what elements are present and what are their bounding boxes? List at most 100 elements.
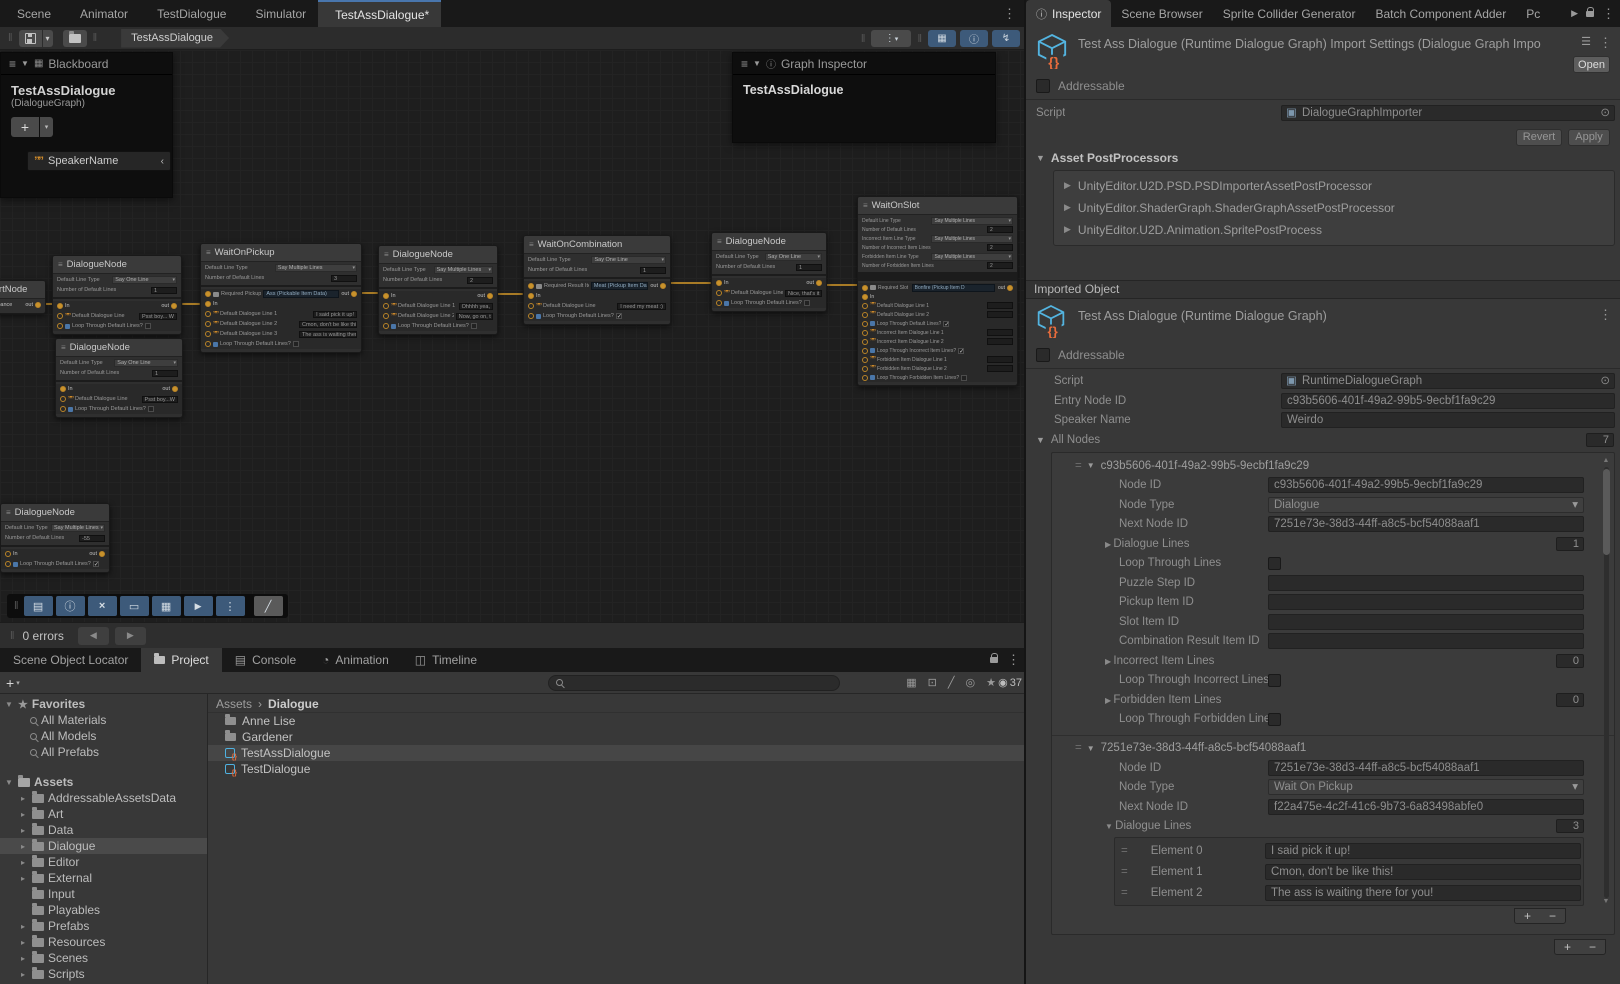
editor-tab[interactable]: Simulator [238,0,318,27]
inspector-tab[interactable]: Scene Browser [1111,0,1212,27]
folder-tree-item[interactable]: ▸ Playables [0,902,207,918]
port-value[interactable]: 2 [987,226,1013,233]
foldout-arrow-icon[interactable]: ▸ [18,826,28,835]
foldout-arrow-icon[interactable]: ▸ [18,842,28,851]
window-menu-icon[interactable]: ⋮ [1003,6,1016,22]
port-value[interactable]: I said pick it up! [313,311,357,318]
node-row[interactable]: In out [56,384,182,394]
add-property-button[interactable]: + [11,117,39,137]
toolbar-handle[interactable]: ‖ [14,600,19,612]
port-value[interactable]: Say One Line [112,276,177,284]
node-row[interactable]: Forbidden Item Line Type Say Multiple Li… [858,252,1017,261]
toggle-minimap-button[interactable]: ▦ [928,30,956,47]
foldout-arrow-icon[interactable]: ▸ [18,810,28,819]
inspector-menu-icon[interactable]: ⋮ [1602,6,1615,22]
node-row[interactable]: In out [53,301,181,311]
node-row[interactable]: Loop Through Default Lines? [53,321,181,331]
node-row[interactable]: Loop Through Default Lines? [379,321,497,331]
drag-handle-icon[interactable]: = [1075,460,1081,472]
foldout-arrow-icon[interactable]: ▸ [18,922,28,931]
port-value[interactable]: Say One Line [114,359,178,367]
port-value[interactable]: Say Multiple Lines [51,524,105,532]
node-row[interactable]: Default Dialogue Line 3 The ass is waiti… [201,329,361,339]
out-port[interactable]: out [998,285,1013,291]
asset-list-item[interactable]: TestAssDialogue [208,745,1024,761]
property-value[interactable]: 7251e73e-38d3-44ff-a8c5-bcf54088aaf1 [1268,516,1584,532]
editor-tab[interactable]: Scene [0,0,63,27]
node-row[interactable]: Default Line Type Say One Line [712,252,826,262]
port-value[interactable]: Say Multiple Lines [931,217,1013,225]
context-menu-icon[interactable]: ⋮ [1599,35,1612,51]
node-row[interactable]: Loop Through Default Lines? [1,559,109,569]
drag-handle-icon[interactable] [1121,866,1127,878]
graph-node-dialogue-3[interactable]: ≡DialogueNode Default Line Type Say Mult… [378,245,498,335]
graph-breadcrumb[interactable]: TestAssDialogue [121,29,229,48]
node-row[interactable]: Incorrect Item Dialogue Line 2 [858,337,1017,346]
graph-view-button[interactable] [216,596,245,616]
blackboard-property-speakername[interactable]: ”” SpeakerName ‹ [27,151,171,171]
postprocessor-item[interactable]: ▶ UnityEditor.ShaderGraph.ShaderGraphAss… [1054,197,1614,219]
toolbar-handle[interactable]: ‖ [8,32,13,44]
node-row[interactable]: Incorrect Item Dialogue Line 1 [858,328,1017,337]
panel-drag-icon[interactable]: ≡ [9,57,16,71]
property-value[interactable]: The ass is waiting there for you! [1265,885,1581,901]
folder-tree-item[interactable]: ▸ Scripts [0,966,207,982]
graph-node-dialogue-2[interactable]: ≡DialogueNode Default Line Type Say One … [55,338,183,418]
graph-node-dialogue-5[interactable]: ≡DialogueNode Default Line Type Say Mult… [0,503,110,573]
out-port[interactable]: out [341,291,357,297]
panel-drag-icon[interactable]: ≡ [741,57,748,71]
context-menu-icon[interactable]: ⋮ [1599,307,1612,323]
port-value[interactable]: I need my meat :) [617,303,666,310]
folder-tree-item[interactable]: ▸ Editor [0,854,207,870]
out-port[interactable]: out [650,283,666,289]
port-value[interactable] [93,561,99,567]
node-row[interactable]: Default Dialogue Line I need my meat :) [524,301,670,311]
port-value[interactable] [145,323,151,329]
port-value[interactable] [961,375,967,381]
array-size-badge[interactable]: 7 [1586,433,1614,447]
next-error-button[interactable]: ▶ [115,627,146,645]
node-row[interactable] [858,272,1017,281]
out-port[interactable]: out [89,551,105,557]
foldout-arrow-icon[interactable]: ▼ [1036,153,1045,163]
node-row[interactable]: In [201,299,361,309]
property-value[interactable]: 7251e73e-38d3-44ff-a8c5-bcf54088aaf1 [1268,760,1584,776]
favorite-search-item[interactable]: All Prefabs [0,744,207,760]
graph-node-dialogue-1[interactable]: ≡DialogueNode Default Line Type Say One … [52,255,182,335]
port-value[interactable]: 2 [987,244,1013,251]
breadcrumb-current[interactable]: Dialogue [268,697,319,711]
node-row[interactable]: Forbidden Item Dialogue Line 2 [858,364,1017,373]
port-value[interactable]: Ass (Pickable Item Data) [263,290,339,298]
favorite-search-item[interactable]: All Materials [0,712,207,728]
port-value[interactable] [293,341,299,347]
port-value[interactable]: 2 [987,262,1013,269]
graph-view-button[interactable] [24,596,53,616]
drag-handle-icon[interactable] [1121,845,1127,857]
show-in-project-button[interactable] [63,30,87,47]
port-value[interactable] [471,323,477,329]
editor-tab[interactable]: TestAssDialogue* [318,0,441,27]
node-row[interactable]: Default Line Type Say Multiple Lines [201,263,361,273]
property-value[interactable]: RuntimeDialogueGraph [1281,373,1615,389]
script-field[interactable]: DialogueGraphImporter [1281,105,1615,121]
foldout-arrow-icon[interactable]: ▸ [18,794,28,803]
node-row[interactable]: In [524,291,670,301]
node-row[interactable]: Default Dialogue Line 1 I said pick it u… [201,309,361,319]
edit-filter-icon[interactable]: ╱ [948,676,955,689]
node-row[interactable]: Default Dialogue Line 2 [858,310,1017,319]
port-value[interactable]: Psst boy... W [139,313,177,320]
port-value[interactable] [987,365,1013,372]
node-row[interactable]: Default Dialogue Line 2 Cmon, don't be l… [201,319,361,329]
port-value[interactable]: The ass is waiting there for [299,331,357,338]
port-value[interactable]: 2 [467,277,493,284]
graph-view-button[interactable] [254,596,283,616]
port-value[interactable]: Say Multiple Lines [434,266,493,274]
port-value[interactable]: 1 [152,370,178,377]
node-row[interactable] [53,297,181,299]
graph-canvas[interactable]: ≡ ▼ ▦ Blackboard TestAssDialogue (Dialog… [0,50,1024,622]
bottom-panel-tab[interactable]: Timeline [402,648,490,672]
node-row[interactable]: Default Line Type Say Multiple Lines [379,265,497,275]
drag-handle-icon[interactable]: = [1075,742,1081,754]
revert-button[interactable]: Revert [1516,129,1562,146]
port-value[interactable] [804,300,810,306]
